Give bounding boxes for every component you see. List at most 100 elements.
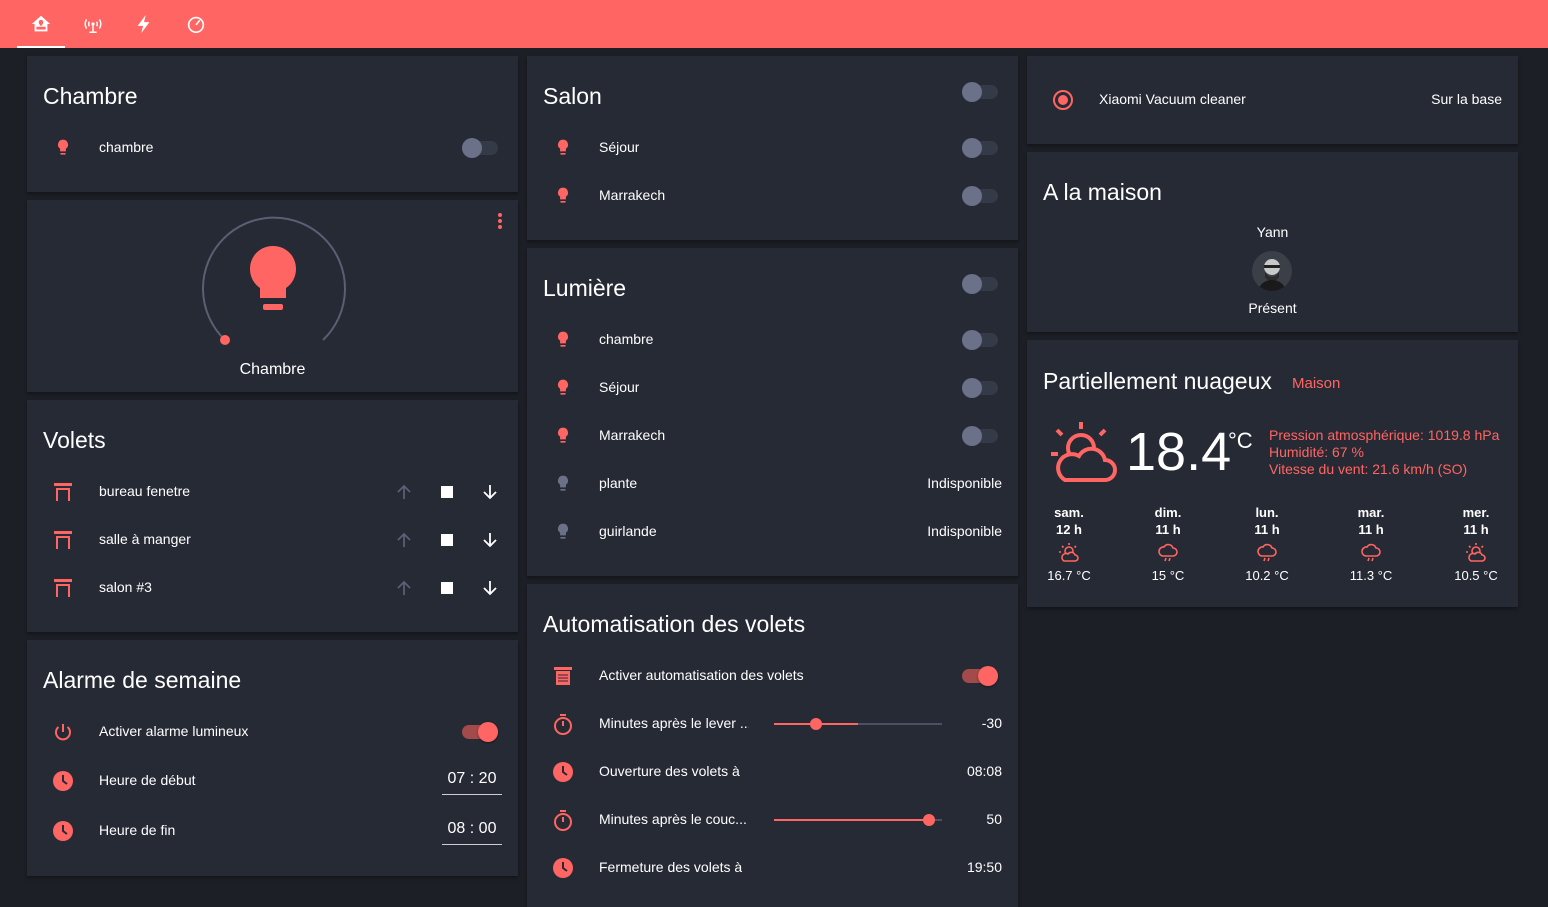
partly-cloudy-icon xyxy=(1441,542,1511,564)
stop-icon[interactable] xyxy=(435,576,459,600)
entity-label: Activer alarme lumineux xyxy=(99,723,249,739)
forecast-item: mar. 11 h 11.3 °C xyxy=(1336,504,1406,583)
forecast-hour: 11 h xyxy=(1155,522,1181,537)
entity-row[interactable]: Séjour xyxy=(527,368,1018,408)
cover-label: salle à manger xyxy=(99,531,191,547)
forecast-temp: 10.5 °C xyxy=(1454,568,1498,583)
forecast-row: sam. 12 h 16.7 °C dim. 11 h 15 °C lun. 1… xyxy=(1027,504,1518,594)
light-card: Chambre xyxy=(27,200,518,392)
cover-row: bureau fenetre xyxy=(27,472,518,512)
entity-row[interactable]: Activer automatisation des volets xyxy=(527,656,1018,696)
stop-icon[interactable] xyxy=(435,480,459,504)
forecast-hour: 12 h xyxy=(1055,522,1082,537)
salon-card: Salon Séjour Marrakech xyxy=(527,56,1018,240)
tab-antenna[interactable] xyxy=(69,0,117,48)
entity-row[interactable]: Xiaomi Vacuum cleaner Sur la base xyxy=(1027,80,1518,120)
arrow-down-icon[interactable] xyxy=(478,576,502,600)
entity-toggle[interactable] xyxy=(962,186,998,206)
weather-location: Maison xyxy=(1292,375,1341,392)
partly-cloudy-icon xyxy=(1034,542,1104,564)
avatar[interactable] xyxy=(1252,251,1292,291)
clock-icon xyxy=(551,856,575,880)
speedometer-icon xyxy=(187,16,205,34)
entity-toggle[interactable] xyxy=(962,138,998,158)
forecast-day: lun. xyxy=(1255,505,1279,520)
entity-row: Minutes après le couc... 50 xyxy=(527,800,1018,840)
entity-toggle[interactable] xyxy=(962,378,998,398)
forecast-hour: 11 h xyxy=(1463,522,1489,537)
entity-row[interactable]: Séjour xyxy=(527,128,1018,168)
entity-label: Séjour xyxy=(599,139,640,155)
entity-row[interactable]: Ouverture des volets à 08:08 xyxy=(527,752,1018,792)
home-icon xyxy=(31,15,51,32)
forecast-item: lun. 11 h 10.2 °C xyxy=(1232,504,1302,583)
entity-row[interactable]: Marrakech xyxy=(527,416,1018,456)
entity-label: Ouverture des volets à xyxy=(599,763,740,779)
sunset-offset-slider[interactable] xyxy=(774,810,942,830)
lightbulb-icon xyxy=(551,472,575,496)
lumiere-header-toggle[interactable] xyxy=(962,274,998,294)
entity-label: chambre xyxy=(599,331,654,347)
tab-gauge[interactable] xyxy=(172,0,220,48)
weather-card[interactable]: Partiellement nuageux Maison 18.4 °C Pre… xyxy=(1027,340,1518,607)
entity-row[interactable]: chambre xyxy=(527,320,1018,360)
entity-label: Séjour xyxy=(599,379,640,395)
entity-row[interactable]: chambre xyxy=(27,128,518,168)
weather-temperature: 18.4 xyxy=(1126,422,1232,482)
arrow-up-icon[interactable] xyxy=(392,528,416,552)
timer-icon xyxy=(551,808,575,832)
power-icon xyxy=(51,720,75,744)
entity-row[interactable]: Marrakech xyxy=(527,176,1018,216)
person-state: Présent xyxy=(1248,300,1297,316)
weather-wind: Vitesse du vent: 21.6 km/h (SO) xyxy=(1269,461,1468,477)
lightbulb-icon[interactable] xyxy=(247,244,299,319)
entity-value: -30 xyxy=(981,715,1002,731)
entity-label: guirlande xyxy=(599,523,657,539)
entity-toggle[interactable] xyxy=(962,426,998,446)
entity-label: Activer automatisation des volets xyxy=(599,667,804,683)
arrow-down-icon[interactable] xyxy=(478,480,502,504)
forecast-hour: 11 h xyxy=(1358,522,1384,537)
start-time-input[interactable]: 07 : 20 xyxy=(442,765,502,795)
automation-toggle[interactable] xyxy=(962,666,998,686)
cover-label: bureau fenetre xyxy=(99,483,191,499)
tab-energy[interactable] xyxy=(120,0,168,48)
rainy-icon xyxy=(1232,542,1302,564)
arrow-up-icon[interactable] xyxy=(392,576,416,600)
alarm-toggle[interactable] xyxy=(462,722,498,742)
arrow-down-icon[interactable] xyxy=(478,528,502,552)
forecast-temp: 16.7 °C xyxy=(1047,568,1091,583)
card-title: Automatisation des volets xyxy=(543,611,806,637)
entity-row[interactable]: plante Indisponible xyxy=(527,464,1018,504)
entity-row[interactable]: Activer alarme lumineux xyxy=(27,712,518,752)
entity-row[interactable]: Fermeture des volets à 19:50 xyxy=(527,848,1018,888)
rainy-icon xyxy=(1336,542,1406,564)
window-shutter-icon xyxy=(551,664,575,688)
entity-state: Indisponible xyxy=(927,523,1002,539)
lightbulb-icon xyxy=(551,136,575,160)
cover-label: salon #3 xyxy=(99,579,152,595)
stop-icon[interactable] xyxy=(435,528,459,552)
lightbulb-icon xyxy=(51,136,75,160)
dots-vertical-icon[interactable] xyxy=(496,212,504,235)
forecast-hour: 11 h xyxy=(1254,522,1280,537)
clock-icon xyxy=(51,819,75,843)
end-time-input[interactable]: 08 : 00 xyxy=(442,815,502,845)
timer-icon xyxy=(551,712,575,736)
entity-row: Heure de fin 08 : 00 xyxy=(27,811,518,851)
window-shutter-icon xyxy=(51,576,75,600)
entity-label: Marrakech xyxy=(599,427,666,443)
entity-label: Marrakech xyxy=(599,187,666,203)
forecast-item: mer. 11 h 10.5 °C xyxy=(1441,504,1511,583)
card-title: Alarme de semaine xyxy=(43,667,242,693)
tab-home[interactable] xyxy=(17,0,65,48)
chambre-toggle[interactable] xyxy=(462,138,498,158)
entity-row[interactable]: guirlande Indisponible xyxy=(527,512,1018,552)
arrow-up-icon[interactable] xyxy=(392,480,416,504)
lightbulb-icon xyxy=(551,520,575,544)
entity-toggle[interactable] xyxy=(962,330,998,350)
cover-row: salon #3 xyxy=(27,568,518,608)
entity-label: Heure de fin xyxy=(99,822,176,838)
sunrise-offset-slider[interactable] xyxy=(774,714,942,734)
salon-header-toggle[interactable] xyxy=(962,82,998,102)
